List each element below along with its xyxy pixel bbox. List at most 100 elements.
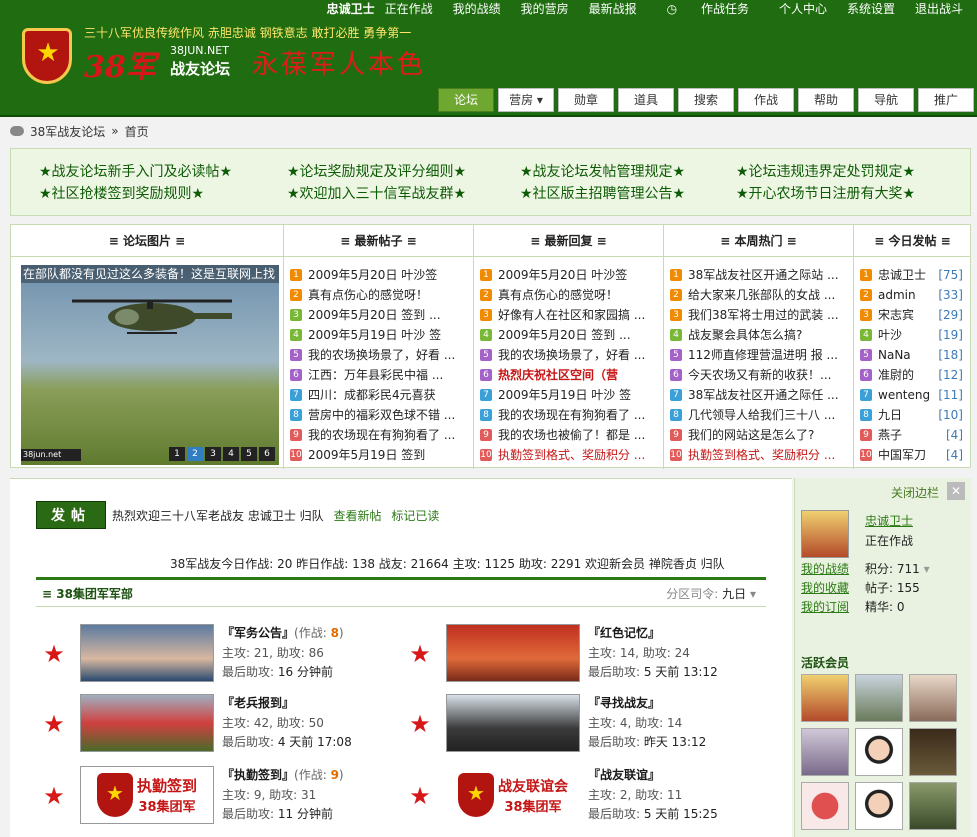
forum-title[interactable]: 『红色记忆』 — [588, 624, 660, 641]
list-item[interactable]: 7 2009年5月19日 叶沙 签 — [480, 385, 663, 405]
list-item[interactable]: 8 营房中的福彩双色球不错 ... — [290, 405, 473, 425]
avatar[interactable] — [801, 782, 849, 830]
slideshow-caption[interactable]: 在部队都没有见过这么多装备！这是互联网上找 — [21, 265, 279, 283]
list-item[interactable]: 2 真有点伤心的感觉呀！ — [480, 285, 663, 305]
list-item[interactable]: 4 2009年5月20日 签到 ... — [480, 325, 663, 345]
my-favorites-link[interactable]: 我的收藏 — [801, 579, 849, 598]
list-item[interactable]: 6 江西：万年县彩民中福 ... — [290, 365, 473, 385]
tab-barracks[interactable]: 营房 ▾ — [498, 88, 554, 112]
list-item[interactable]: 5 NaNa [18] — [860, 345, 971, 365]
forum-thumbnail[interactable] — [446, 624, 580, 682]
mark-read-link[interactable]: 标记已读 — [391, 509, 439, 523]
list-item[interactable]: 4 2009年5月19日 叶沙 签 — [290, 325, 473, 345]
list-item[interactable]: 5 我的农场换场景了，好看 ... — [290, 345, 473, 365]
notice-link[interactable]: ★战友论坛发帖管理规定★ — [520, 161, 736, 181]
list-item[interactable]: 7 38军战友社区开通之际任 ... — [670, 385, 853, 405]
avatar[interactable] — [909, 782, 957, 830]
list-item[interactable]: 5 112师直修理营温进明 报 ... — [670, 345, 853, 365]
view-new-posts-link[interactable]: 查看新帖 — [333, 509, 381, 523]
forum-title[interactable]: 『老兵报到』 — [222, 694, 294, 711]
breadcrumb-home[interactable]: 38军战友论坛 — [30, 123, 105, 140]
new-post-button[interactable]: 发帖 — [36, 501, 106, 529]
list-item[interactable]: 9 我的农场现在有狗狗看了 ... — [290, 425, 473, 445]
list-item[interactable]: 9 我们的网站这是怎么了? — [670, 425, 853, 445]
tab-search[interactable]: 搜索 — [678, 88, 734, 112]
forum-thumbnail[interactable] — [80, 694, 214, 752]
tab-promote[interactable]: 推广 — [918, 88, 974, 112]
list-item[interactable]: 7 wenteng [11] — [860, 385, 971, 405]
notice-link[interactable]: ★欢迎加入三十信军战友群★ — [287, 183, 520, 203]
list-item[interactable]: 6 热烈庆祝社区空间（营 — [480, 365, 663, 385]
list-item[interactable]: 8 几代领导人给我们三十八 ... — [670, 405, 853, 425]
notice-link[interactable]: ★社区抢楼签到奖励规则★ — [39, 183, 287, 203]
forum-thumbnail[interactable] — [80, 624, 214, 682]
top-nav-missions[interactable]: ◷ 作战任务 — [647, 0, 769, 16]
top-nav-logout[interactable]: 退出战斗 — [905, 0, 963, 16]
avatar[interactable] — [855, 728, 903, 776]
list-item[interactable]: 6 准尉的 [12] — [860, 365, 971, 385]
list-item[interactable]: 9 燕子 [4] — [860, 425, 971, 445]
top-nav-my-barracks[interactable]: 我的营房 — [511, 0, 579, 16]
tab-medals[interactable]: 勋章 — [558, 88, 614, 112]
list-item[interactable]: 2 真有点伤心的感觉呀！ — [290, 285, 473, 305]
avatar[interactable] — [855, 674, 903, 722]
list-item[interactable]: 3 宋志宾 [29] — [860, 305, 971, 325]
list-item[interactable]: 1 2009年5月20日 叶沙签 — [290, 265, 473, 285]
top-nav-latest-reports[interactable]: 最新战报 — [579, 0, 647, 16]
slide-page[interactable]: 3 — [205, 447, 221, 461]
slide-page[interactable]: 4 — [223, 447, 239, 461]
tab-battle[interactable]: 作战 — [738, 88, 794, 112]
list-item[interactable]: 10 中国军刀 [4] — [860, 445, 971, 465]
list-item[interactable]: 2 admin [33] — [860, 285, 971, 305]
list-item[interactable]: 6 今天农场又有新的收获！... — [670, 365, 853, 385]
tab-navigation[interactable]: 导航 — [858, 88, 914, 112]
notice-link[interactable]: ★开心农场节日注册有大奖★ — [736, 183, 966, 203]
avatar[interactable] — [801, 510, 849, 558]
top-nav-battle-record[interactable]: 我的战绩 — [443, 0, 511, 16]
avatar[interactable] — [855, 782, 903, 830]
forum-thumbnail[interactable] — [446, 694, 580, 752]
avatar[interactable] — [801, 728, 849, 776]
list-item[interactable]: 7 四川：成都彩民4元喜获 — [290, 385, 473, 405]
close-icon[interactable]: ✕ — [947, 482, 965, 500]
close-sidebar-link[interactable]: 关闭边栏 — [891, 484, 939, 501]
slide-page-active[interactable]: 2 — [187, 447, 203, 461]
slide-page[interactable]: 6 — [259, 447, 275, 461]
my-record-link[interactable]: 我的战绩 — [801, 560, 849, 579]
notice-link[interactable]: ★社区版主招聘管理公告★ — [520, 183, 736, 203]
slide-page[interactable]: 1 — [169, 447, 185, 461]
forum-title[interactable]: 『军务公告』(作战: 8) — [222, 624, 344, 641]
list-item[interactable]: 4 战友聚会具体怎么搞? — [670, 325, 853, 345]
list-item[interactable]: 4 叶沙 [19] — [860, 325, 971, 345]
slide-page[interactable]: 5 — [241, 447, 257, 461]
list-item[interactable]: 10 执勤签到格式、奖励积分 ... — [480, 445, 663, 465]
my-subscriptions-link[interactable]: 我的订阅 — [801, 598, 849, 617]
forum-title[interactable]: 『寻找战友』 — [588, 694, 660, 711]
forum-title[interactable]: 『战友联谊』 — [588, 766, 660, 783]
forum-thumbnail[interactable]: ★ 执勤签到 38集团军 — [80, 766, 214, 824]
avatar[interactable] — [909, 728, 957, 776]
list-item[interactable]: 5 我的农场换场景了，好看 ... — [480, 345, 663, 365]
list-item[interactable]: 3 我们38军将士用过的武装 ... — [670, 305, 853, 325]
current-user-link[interactable]: 忠诚卫士 — [317, 0, 385, 16]
list-item[interactable]: 3 好像有人在社区和家园搞 ... — [480, 305, 663, 325]
top-nav-settings[interactable]: 系统设置 — [837, 0, 905, 16]
category-title[interactable]: ≡ 38集团军军部 — [42, 585, 133, 602]
avatar[interactable] — [909, 674, 957, 722]
tab-items[interactable]: 道具 — [618, 88, 674, 112]
list-item[interactable]: 1 2009年5月20日 叶沙签 — [480, 265, 663, 285]
list-item[interactable]: 10 执勤签到格式、奖励积分 ... — [670, 445, 853, 465]
tab-forum[interactable]: 论坛 — [438, 88, 494, 112]
list-item[interactable]: 8 九日 [10] — [860, 405, 971, 425]
avatar[interactable] — [801, 674, 849, 722]
notice-link[interactable]: ★论坛奖励规定及评分细则★ — [287, 161, 520, 181]
list-item[interactable]: 2 给大家来几张部队的女战 ... — [670, 285, 853, 305]
forum-thumbnail[interactable]: ★ 战友联谊会 38集团军 — [446, 766, 580, 824]
list-item[interactable]: 10 2009年5月19日 签到 — [290, 445, 473, 465]
tab-help[interactable]: 帮助 — [798, 88, 854, 112]
list-item[interactable]: 3 2009年5月20日 签到 ... — [290, 305, 473, 325]
list-item[interactable]: 1 忠诚卫士 [75] — [860, 265, 971, 285]
slideshow-image[interactable]: 在部队都没有见过这么多装备！这是互联网上找 38jun.net 1 2 3 4 … — [21, 265, 279, 465]
list-item[interactable]: 8 我的农场现在有狗狗看了 ... — [480, 405, 663, 425]
sidebar-username[interactable]: 忠诚卫士 — [865, 512, 913, 529]
